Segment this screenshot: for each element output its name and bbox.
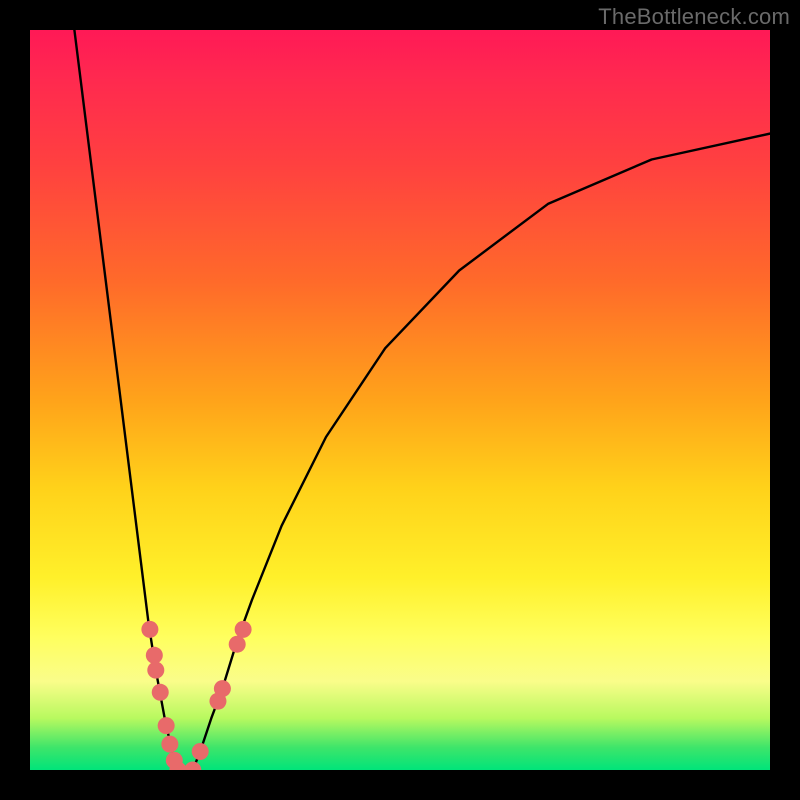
data-marker [184, 762, 201, 771]
data-marker [147, 662, 164, 679]
data-marker [192, 743, 209, 760]
curve-layer [30, 30, 770, 770]
data-marker [141, 621, 158, 638]
data-marker [229, 636, 246, 653]
series-left-branch [74, 30, 178, 770]
data-marker [214, 680, 231, 697]
data-marker [161, 736, 178, 753]
chart-frame: TheBottleneck.com [0, 0, 800, 800]
watermark-text: TheBottleneck.com [598, 4, 790, 30]
plot-area [30, 30, 770, 770]
data-marker [152, 684, 169, 701]
data-marker [146, 647, 163, 664]
data-marker [235, 621, 252, 638]
series-right-branch [193, 134, 770, 770]
data-marker [158, 717, 175, 734]
